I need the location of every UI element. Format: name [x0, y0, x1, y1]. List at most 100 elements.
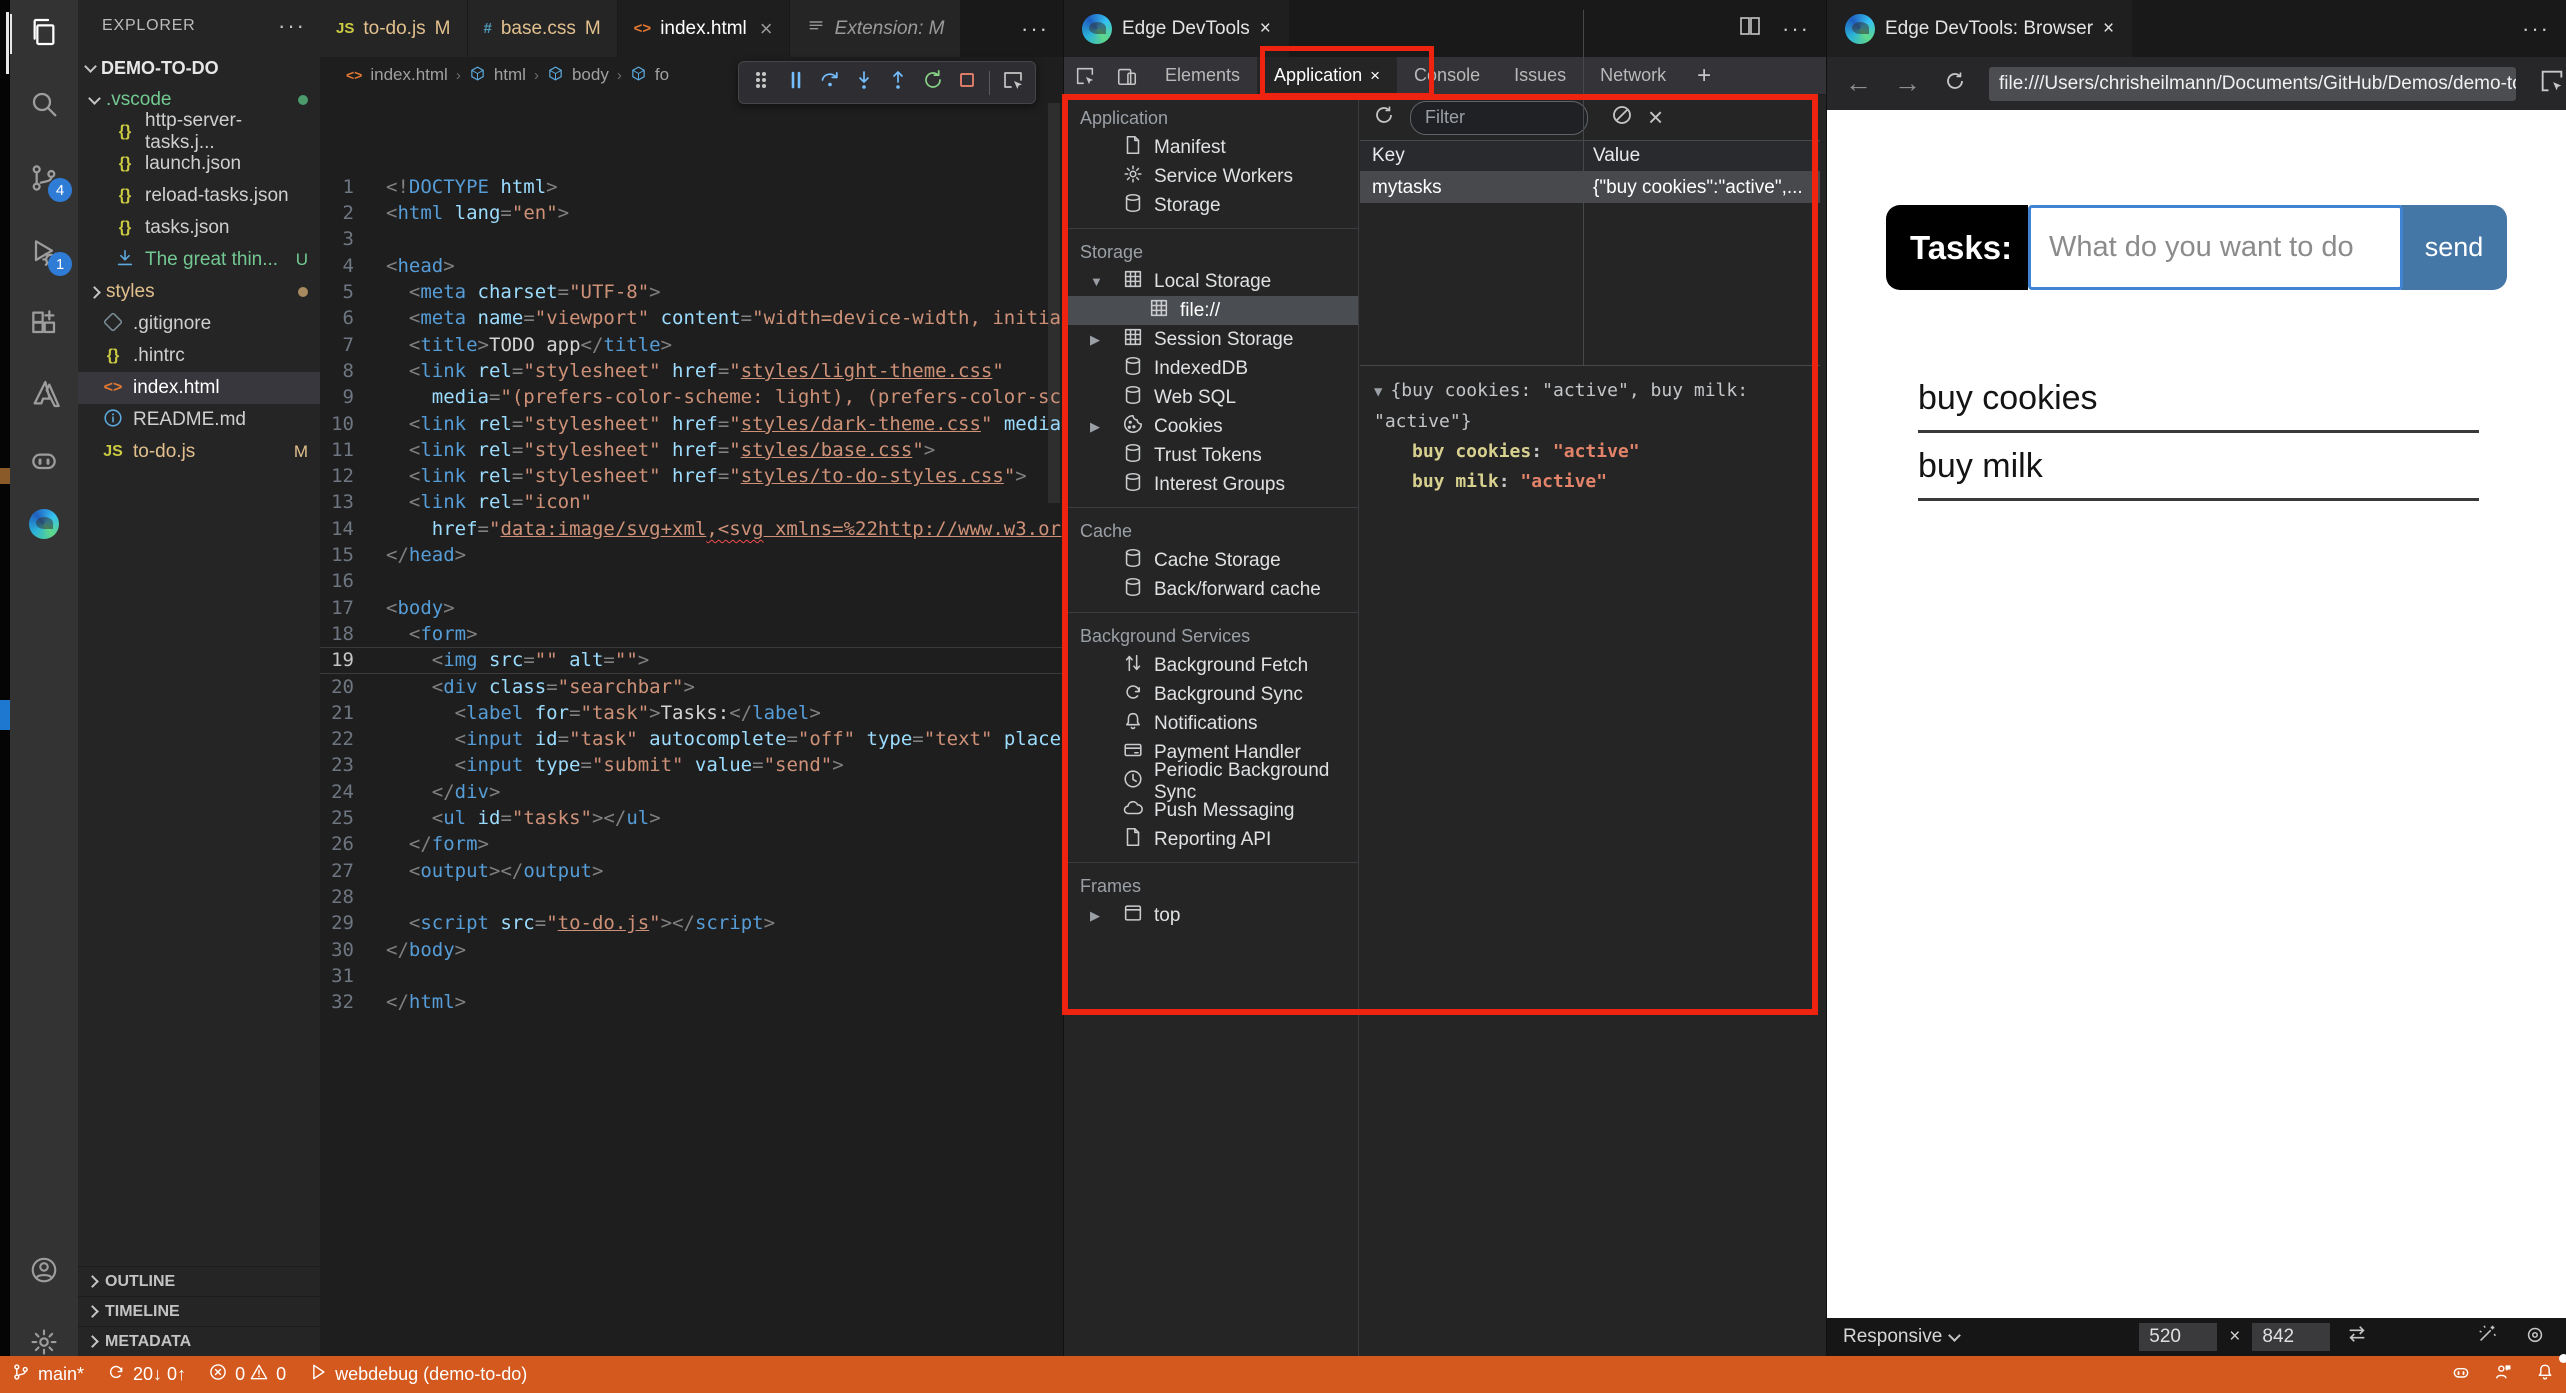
pause-icon[interactable] [784, 68, 808, 97]
breadcrumb-item[interactable]: html [494, 65, 526, 85]
tree-item-top[interactable]: ▶ top [1064, 901, 1358, 930]
list-item-task[interactable]: buy milk [1918, 433, 2479, 501]
swap-dimensions-icon[interactable] [2346, 1323, 2368, 1351]
split-editor-icon[interactable] [1738, 14, 1762, 43]
bell-icon[interactable] [2524, 1354, 2566, 1393]
screencast-eye-icon[interactable] [2524, 1323, 2546, 1351]
explorer-item-http-server-tasks-j-[interactable]: {} http-server-tasks.j... [78, 110, 320, 153]
close-icon[interactable]: × [1260, 18, 1271, 40]
close-icon[interactable]: × [760, 16, 773, 42]
preview-summary[interactable]: ▼ {buy cookies: "active", buy milk: "acti… [1374, 376, 1820, 437]
sidebar-section-metadata[interactable]: METADATA [78, 1326, 320, 1356]
viewport-height-input[interactable] [2252, 1323, 2331, 1351]
screencast-icon[interactable] [1001, 68, 1025, 97]
viewport-width-input[interactable] [2139, 1323, 2218, 1351]
tab-index-html[interactable]: <> index.html × [617, 0, 790, 57]
explorer-root-folder[interactable]: DEMO-TO-DO [78, 52, 320, 84]
tree-item-back-forward-cache[interactable]: Back/forward cache [1064, 575, 1358, 604]
chevron-down-icon[interactable]: ▼ [1090, 274, 1104, 289]
code-editor[interactable]: 1 <!DOCTYPE html> 2 <html lang="en"> 3 4 <head… [320, 95, 1063, 1356]
list-item-task[interactable]: buy cookies [1918, 365, 2479, 433]
tree-item-notifications[interactable]: Notifications [1064, 709, 1358, 738]
devtools-tab-network[interactable]: Network [1583, 57, 1683, 95]
activitybar-item-extensions[interactable] [10, 302, 78, 350]
tree-item-file-[interactable]: file:// [1064, 296, 1358, 325]
chevron-right-icon[interactable]: ▶ [1090, 908, 1104, 924]
magic-wand-icon[interactable] [2476, 1323, 2498, 1351]
explorer-item--gitignore[interactable]: .gitignore [78, 308, 320, 340]
warnings-status[interactable]: 0 [247, 1356, 297, 1393]
breadcrumb-item[interactable]: body [572, 65, 609, 85]
tab-to-do-js[interactable]: JS to-do.js M [320, 0, 468, 57]
activitybar-item-run-debug[interactable]: 1 [10, 230, 78, 278]
explorer-item-reload-tasks-json[interactable]: {} reload-tasks.json [78, 180, 320, 212]
column-header-value[interactable]: Value [1583, 145, 1820, 167]
tree-item-reporting-api[interactable]: Reporting API [1064, 825, 1358, 854]
sync-status[interactable]: 20↓ 0↑ [95, 1356, 197, 1393]
sidebar-section-timeline[interactable]: TIMELINE [78, 1296, 320, 1326]
tab-edge-devtools-browser[interactable]: Edge DevTools: Browser × [1827, 0, 2133, 57]
branch-status[interactable]: main* [0, 1356, 95, 1393]
errors-status[interactable]: 0 [197, 1356, 247, 1393]
tree-item-storage[interactable]: Storage [1064, 191, 1358, 220]
activitybar-item-account[interactable] [10, 1248, 78, 1296]
refresh-icon[interactable] [1372, 103, 1396, 133]
devtools-tab-issues[interactable]: Issues [1497, 57, 1583, 95]
chevron-right-icon[interactable]: ▶ [1090, 332, 1104, 348]
tree-item-local-storage[interactable]: ▼ Local Storage [1064, 267, 1358, 296]
activitybar-item-explorer[interactable] [10, 10, 78, 58]
tree-item-web-sql[interactable]: Web SQL [1064, 383, 1358, 412]
tree-item-service-workers[interactable]: Service Workers [1064, 162, 1358, 191]
device-mode-dropdown[interactable]: Responsive [1827, 1326, 1962, 1348]
storage-filter-input[interactable] [1410, 100, 1588, 135]
debug-status[interactable]: webdebug (demo-to-do) [297, 1356, 538, 1393]
tab-extension-m[interactable]: Extension: M [789, 0, 962, 57]
editor-more-actions[interactable]: ··· [1021, 16, 1063, 42]
feedback-icon[interactable] [2482, 1356, 2524, 1393]
send-button[interactable]: send [2401, 205, 2507, 290]
more-actions-icon[interactable]: ··· [2522, 16, 2550, 42]
clear-all-icon[interactable] [1610, 103, 1634, 133]
explorer-item-tasks-json[interactable]: {} tasks.json [78, 212, 320, 244]
step-over-icon[interactable] [818, 68, 842, 97]
explorer-item-to-do-js[interactable]: JS to-do.js M [78, 436, 320, 468]
device-emulation-icon[interactable] [1106, 65, 1148, 87]
explorer-item-the-great-thin-[interactable]: The great thin... U [78, 244, 320, 276]
tree-item-periodic-background-sync[interactable]: Periodic Background Sync [1064, 760, 1358, 803]
activitybar-item-azure[interactable] [10, 372, 78, 420]
column-header-key[interactable]: Key [1360, 145, 1583, 167]
tree-item-manifest[interactable]: Manifest [1064, 133, 1358, 162]
copilot-icon[interactable] [2440, 1356, 2482, 1393]
expand-triangle-icon[interactable]: ▼ [1374, 384, 1382, 400]
breadcrumb-item[interactable]: fo [655, 65, 669, 85]
activitybar-item-source-control[interactable]: 4 [10, 156, 78, 204]
devtools-tab-console[interactable]: Console [1397, 57, 1497, 95]
add-tool-icon[interactable]: + [1683, 62, 1725, 90]
explorer-item-index-html[interactable]: <> index.html [78, 372, 320, 404]
stop-icon[interactable] [955, 68, 979, 97]
tree-item-trust-tokens[interactable]: Trust Tokens [1064, 441, 1358, 470]
task-input[interactable] [2028, 205, 2403, 290]
tab-edge-devtools[interactable]: Edge DevTools × [1064, 0, 1289, 57]
tree-item-background-fetch[interactable]: Background Fetch [1064, 651, 1358, 680]
url-bar[interactable]: file:///Users/chrisheilmann/Documents/Gi… [1989, 66, 2516, 101]
sidebar-section-outline[interactable]: OUTLINE [78, 1266, 320, 1296]
more-actions-icon[interactable]: ··· [1782, 16, 1810, 42]
gripper-icon[interactable] [749, 68, 773, 97]
table-row-mytasks[interactable]: mytasks {"buy cookies":"active",... [1360, 172, 1820, 203]
explorer-item-readme-md[interactable]: README.md [78, 404, 320, 436]
restart-icon[interactable] [921, 68, 945, 97]
explorer-more-actions[interactable]: ··· [278, 13, 306, 39]
tree-item-session-storage[interactable]: ▶ Session Storage [1064, 325, 1358, 354]
back-icon[interactable]: ← [1845, 68, 1872, 99]
explorer-item-styles[interactable]: styles [78, 276, 320, 308]
activitybar-item-search[interactable] [10, 82, 78, 130]
tab-base-css[interactable]: # base.css M [467, 0, 618, 57]
delete-selected-icon[interactable]: × [1648, 102, 1663, 133]
step-out-icon[interactable] [886, 68, 910, 97]
forward-icon[interactable]: → [1894, 68, 1921, 99]
explorer-item--hintrc[interactable]: {} .hintrc [78, 340, 320, 372]
inspect-tool-icon[interactable] [1064, 65, 1106, 87]
tree-item-indexeddb[interactable]: IndexedDB [1064, 354, 1358, 383]
devtools-tab-elements[interactable]: Elements [1148, 57, 1257, 95]
